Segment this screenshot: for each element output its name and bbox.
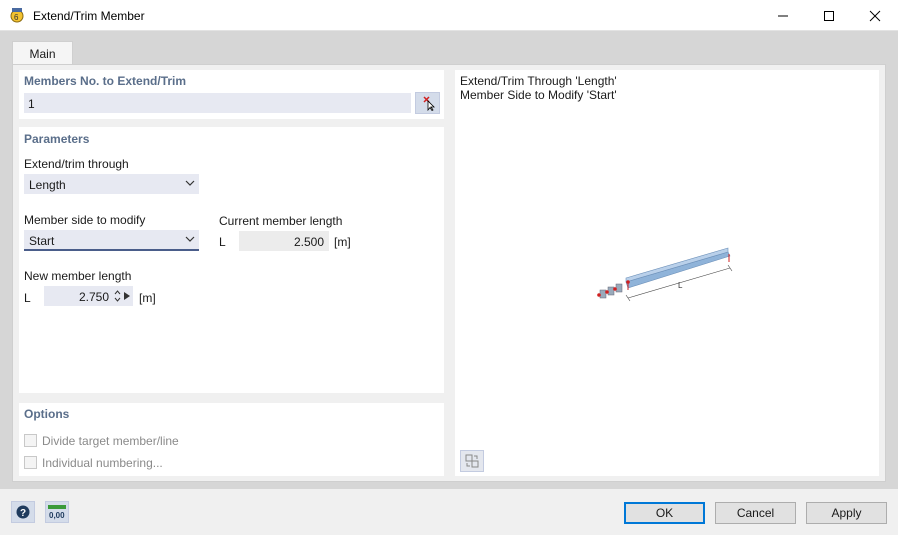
svg-text:?: ?: [20, 508, 26, 519]
new-length-input[interactable]: 2.750: [44, 286, 133, 306]
members-section-title: Members No. to Extend/Trim: [24, 74, 187, 88]
divide-label: Divide target member/line: [42, 434, 179, 448]
button-bar: ? 0,00 OK Cancel Apply: [0, 489, 898, 535]
preview-line-1: Extend/Trim Through 'Length': [460, 74, 617, 88]
options-panel: Options Divide target member/line Indivi…: [19, 403, 444, 476]
options-section-title: Options: [24, 407, 70, 421]
current-length-value: 2.500: [293, 235, 324, 249]
tab-main[interactable]: Main: [12, 41, 73, 65]
divide-checkbox[interactable]: [24, 434, 37, 447]
through-label: Extend/trim through: [24, 157, 129, 171]
close-button[interactable]: [852, 0, 898, 31]
individual-numbering-checkbox[interactable]: [24, 456, 37, 469]
select-member-button[interactable]: [415, 92, 440, 114]
pick-in-graphic-icon: [422, 96, 435, 111]
help-button[interactable]: ?: [11, 501, 35, 523]
current-length-unit: [m]: [334, 235, 351, 249]
dialog-content: Main Members No. to Extend/Trim 1 Parame…: [0, 31, 898, 489]
preview-line-2: Member Side to Modify 'Start': [460, 88, 617, 102]
view-settings-icon: [465, 454, 479, 468]
new-length-unit: [m]: [139, 291, 156, 305]
through-select-value: Length: [29, 178, 66, 192]
spin-arrows-icon[interactable]: [114, 289, 121, 303]
individual-numbering-label: Individual numbering...: [42, 456, 163, 470]
help-icon: ?: [16, 505, 30, 519]
minimize-icon: [778, 15, 788, 16]
parameters-section-title: Parameters: [24, 132, 90, 146]
through-select[interactable]: Length: [24, 174, 199, 194]
svg-text:6: 6: [14, 13, 19, 22]
side-select-value: Start: [29, 234, 55, 248]
units-icon-text: 0,00: [49, 511, 65, 520]
ok-button[interactable]: OK: [624, 502, 705, 524]
dimension-label: L: [678, 281, 683, 290]
new-length-symbol: L: [24, 291, 31, 305]
current-length-label: Current member length: [219, 214, 343, 228]
members-input-value: 1: [28, 97, 35, 111]
play-icon[interactable]: [124, 292, 130, 300]
maximize-icon: [824, 10, 834, 21]
units-button[interactable]: 0,00: [45, 501, 69, 523]
members-input[interactable]: 1: [24, 93, 411, 113]
units-icon: 0,00: [48, 505, 66, 520]
view-options-button[interactable]: [460, 450, 484, 472]
minimize-button[interactable]: [760, 0, 806, 31]
chevron-down-icon: [185, 180, 195, 186]
new-length-value: 2.750: [78, 290, 109, 304]
chevron-down-icon: [185, 236, 195, 242]
current-length-symbol: L: [219, 235, 226, 249]
apply-button[interactable]: Apply: [806, 502, 887, 524]
current-length-field: 2.500: [239, 231, 329, 251]
window-title: Extend/Trim Member: [33, 9, 145, 23]
new-length-label: New member length: [24, 269, 132, 283]
members-panel: Members No. to Extend/Trim 1: [19, 70, 444, 119]
maximize-button[interactable]: [806, 0, 852, 31]
app-icon: 6: [10, 8, 24, 23]
close-icon: [869, 10, 881, 21]
parameters-panel: Parameters Extend/trim through Length Me…: [19, 127, 444, 393]
title-bar: 6 Extend/Trim Member: [0, 0, 898, 31]
side-label: Member side to modify: [24, 213, 146, 227]
cancel-button[interactable]: Cancel: [715, 502, 796, 524]
preview-panel: Extend/Trim Through 'Length' Member Side…: [455, 70, 879, 476]
side-select[interactable]: Start: [24, 230, 199, 251]
member-preview-graphic: L: [597, 247, 733, 302]
